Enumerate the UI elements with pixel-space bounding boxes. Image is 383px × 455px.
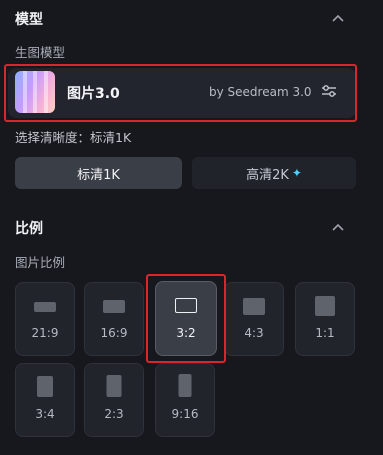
ratio-option-4-3[interactable]: 4:3 <box>224 282 284 356</box>
ratio-label: 1:1 <box>315 326 335 340</box>
ratio-option-9-16[interactable]: 9:16 <box>155 363 215 437</box>
ratio-3-4-icon <box>37 376 53 397</box>
ratio-4-3-icon <box>243 298 265 315</box>
ratio-label: 2:3 <box>104 407 124 421</box>
ratio-highlight-box <box>146 274 226 363</box>
ratio-option-16-9[interactable]: 16:9 <box>84 282 144 356</box>
ratio-21-9-icon <box>34 302 56 312</box>
ratio-option-3-4[interactable]: 3:4 <box>15 363 75 437</box>
quality-hd-label: 高清2K <box>246 167 289 183</box>
chevron-up-icon[interactable] <box>331 220 345 234</box>
ratio-option-1-1[interactable]: 1:1 <box>295 282 355 356</box>
ratio-label: 9:16 <box>171 407 199 421</box>
ratio-section-title: 比例 <box>15 221 43 237</box>
quality-label: 选择清晰度：标清1K <box>15 130 132 145</box>
ratio-9-16-icon <box>178 374 192 397</box>
sparkle-icon: ✦ <box>291 166 302 180</box>
model-highlight-box <box>4 64 357 122</box>
ratio-2-3-icon <box>106 375 122 397</box>
ratio-label: 4:3 <box>244 326 264 340</box>
ratio-label: 16:9 <box>100 326 128 340</box>
quality-standard-button[interactable]: 标清1K <box>15 157 182 189</box>
chevron-up-icon[interactable] <box>331 11 345 25</box>
ratio-1-1-icon <box>315 296 335 316</box>
ratio-16-9-icon <box>103 300 125 313</box>
model-section-title: 模型 <box>15 12 43 28</box>
ratio-label: 21:9 <box>31 326 59 340</box>
ratio-option-2-3[interactable]: 2:3 <box>84 363 144 437</box>
ratio-label: 3:4 <box>35 407 55 421</box>
quality-hd-button[interactable]: 高清2K ✦ <box>192 157 356 189</box>
ratio-sub-label: 图片比例 <box>15 255 66 270</box>
model-sub-label: 生图模型 <box>15 45 66 60</box>
ratio-option-21-9[interactable]: 21:9 <box>15 282 75 356</box>
